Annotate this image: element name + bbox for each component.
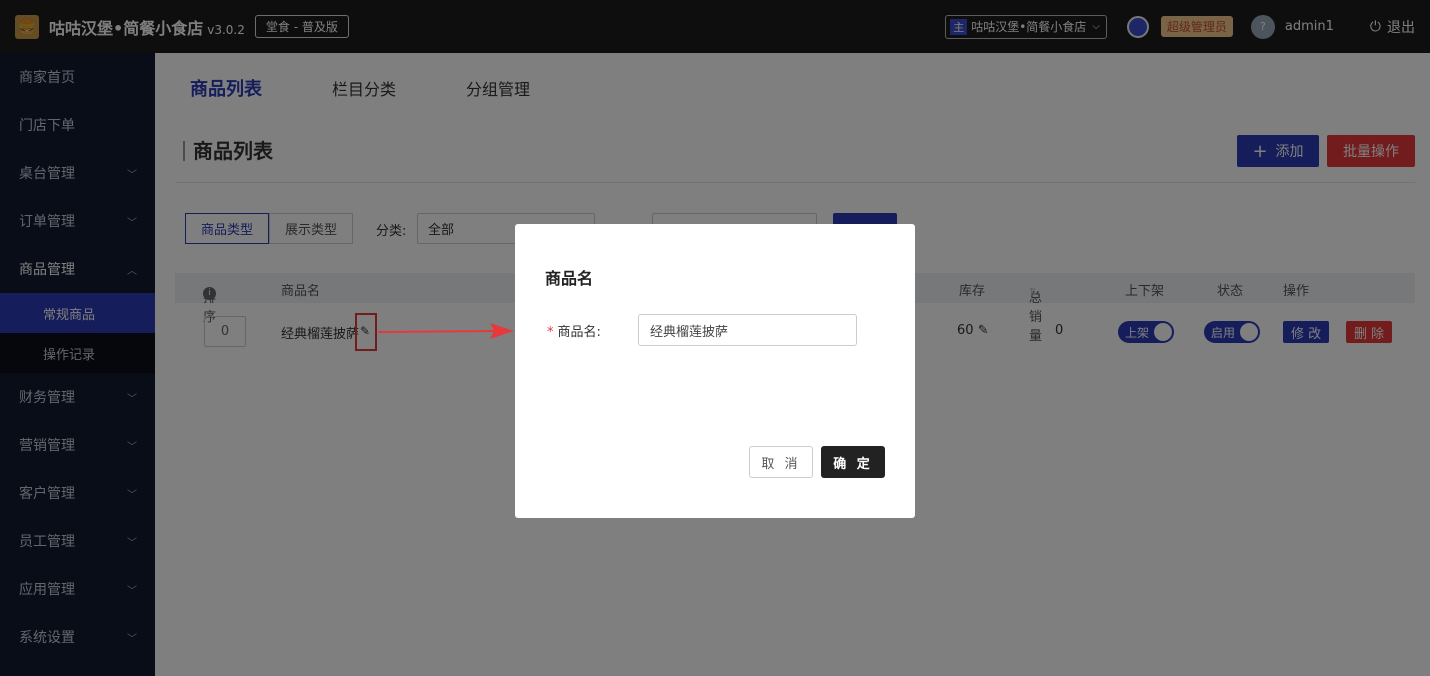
required-mark: * (547, 325, 554, 340)
edit-name-dialog: 商品名 * 商品名: 经典榴莲披萨 取 消 确 定 (515, 224, 915, 518)
annotation-arrow (378, 323, 514, 339)
confirm-button[interactable]: 确 定 (821, 446, 885, 478)
product-name-input[interactable]: 经典榴莲披萨 (638, 314, 857, 346)
cancel-button[interactable]: 取 消 (749, 446, 813, 478)
name-field-label: * 商品名: (547, 325, 601, 340)
dialog-title: 商品名 (545, 269, 594, 288)
